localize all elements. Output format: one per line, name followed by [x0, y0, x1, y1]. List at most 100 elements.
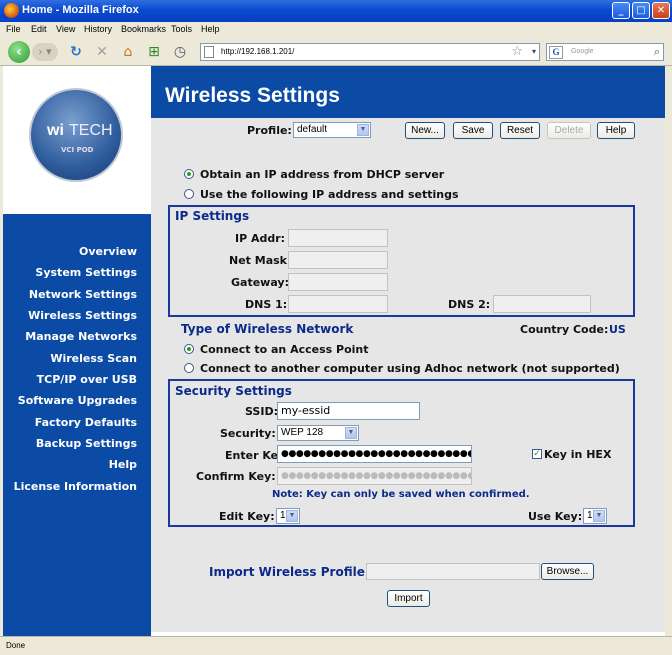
static-ip-radio[interactable]	[184, 189, 194, 199]
confirm-key-input[interactable]: ●●●●●●●●●●●●●●●●●●●●●●●●●●	[277, 467, 472, 485]
adhoc-radio[interactable]	[184, 363, 194, 373]
sidebar: Overview System Settings Network Setting…	[3, 214, 151, 636]
sidebar-item-help[interactable]: Help	[109, 458, 137, 471]
key-save-note: Note: Key can only be saved when confirm…	[272, 489, 530, 500]
chevron-down-icon[interactable]: ▼	[593, 510, 605, 522]
dns1-label: DNS 1:	[245, 298, 288, 311]
edit-key-select-value: 1	[280, 510, 286, 521]
sidebar-item-manage-networks[interactable]: Manage Networks	[25, 330, 137, 343]
dns2-input[interactable]	[493, 295, 591, 313]
menu-bookmarks[interactable]: Bookmarks	[121, 24, 166, 34]
address-url[interactable]: http://192.168.1.201/	[221, 47, 294, 56]
sidebar-item-system-settings[interactable]: System Settings	[35, 266, 137, 279]
sidebar-item-wireless-settings[interactable]: Wireless Settings	[28, 309, 137, 322]
ip-addr-input[interactable]	[288, 229, 388, 247]
navigation-toolbar: ‹ › ▾ ↻ ✕ ⌂ ⊞ ◷ http://192.168.1.201/ ☆ …	[0, 38, 672, 66]
forward-button[interactable]: › ▾	[32, 43, 58, 61]
security-settings-title: Security Settings	[175, 384, 292, 398]
menu-view[interactable]: View	[56, 24, 75, 34]
chevron-down-icon[interactable]: ▾	[532, 47, 536, 56]
dhcp-radio-label[interactable]: Obtain an IP address from DHCP server	[200, 168, 444, 181]
chevron-down-icon[interactable]: ▼	[357, 124, 369, 136]
reset-button[interactable]: Reset	[500, 122, 540, 139]
save-button[interactable]: Save	[453, 122, 493, 139]
status-text: Done	[6, 641, 26, 650]
search-icon[interactable]: ⌕	[654, 45, 660, 59]
chevron-down-icon[interactable]: ▼	[345, 427, 357, 439]
menu-history[interactable]: History	[84, 24, 112, 34]
logo-wi: wi	[47, 122, 64, 139]
ip-addr-label: IP Addr:	[235, 232, 286, 245]
country-code-value: US	[609, 323, 626, 336]
minimize-button[interactable]: _	[612, 2, 630, 19]
key-in-hex-label[interactable]: Key in HEX	[544, 448, 611, 461]
stop-icon[interactable]: ✕	[92, 42, 112, 62]
menu-help[interactable]: Help	[201, 24, 220, 34]
sidebar-item-software-upgrades[interactable]: Software Upgrades	[18, 394, 137, 407]
import-button[interactable]: Import	[387, 590, 430, 607]
access-point-radio[interactable]	[184, 344, 194, 354]
edit-key-label: Edit Key:	[219, 510, 275, 523]
chevron-down-icon[interactable]: ▼	[286, 510, 298, 522]
maximize-button[interactable]: □	[632, 2, 650, 19]
security-label: Security:	[220, 427, 276, 440]
net-mask-label: Net Mask:	[229, 254, 292, 267]
import-profile-title: Import Wireless Profile	[209, 565, 365, 579]
new-profile-button[interactable]: New...	[405, 122, 445, 139]
close-button[interactable]: ✕	[652, 2, 670, 19]
browse-button[interactable]: Browse...	[541, 563, 594, 580]
logo-area: wi TECH VCI POD	[3, 66, 151, 214]
dns2-label: DNS 2:	[448, 298, 491, 311]
key-in-hex-checkbox[interactable]: ✓	[532, 449, 542, 459]
network-type-title: Type of Wireless Network	[181, 322, 354, 336]
dns1-input[interactable]	[288, 295, 388, 313]
sidebar-item-tcpip-over-usb[interactable]: TCP/IP over USB	[37, 373, 137, 386]
sidebar-item-backup-settings[interactable]: Backup Settings	[36, 437, 137, 450]
help-button[interactable]: Help	[597, 122, 635, 139]
edit-key-select[interactable]: 1 ▼	[276, 508, 300, 524]
delete-button[interactable]: Delete	[547, 122, 591, 139]
enter-key-input[interactable]: ●●●●●●●●●●●●●●●●●●●●●●●●●●	[277, 445, 472, 463]
sidebar-item-overview[interactable]: Overview	[79, 245, 137, 258]
address-bar[interactable]: http://192.168.1.201/ ☆ ▾	[200, 43, 540, 61]
window-border-right	[665, 66, 672, 636]
logo-tech: TECH	[69, 122, 113, 139]
add-bookmark-icon[interactable]: ⊞	[144, 42, 164, 62]
menu-bar: File Edit View History Bookmarks Tools H…	[0, 22, 672, 38]
google-icon[interactable]: G	[549, 46, 563, 59]
page-icon	[204, 46, 214, 58]
reload-icon[interactable]: ↻	[66, 42, 86, 62]
sidebar-item-license-information[interactable]: License Information	[14, 480, 137, 493]
sidebar-item-factory-defaults[interactable]: Factory Defaults	[35, 416, 137, 429]
gateway-input[interactable]	[288, 273, 388, 291]
history-clock-icon[interactable]: ◷	[170, 42, 190, 62]
search-placeholder[interactable]: Google	[571, 48, 594, 55]
logo-product: VCI POD	[61, 146, 94, 154]
gateway-label: Gateway:	[231, 276, 289, 289]
main-content: Profile: default ▼ New... Save Reset Del…	[151, 118, 665, 632]
search-box[interactable]: G Google ⌕	[546, 43, 664, 61]
dhcp-radio[interactable]	[184, 169, 194, 179]
import-file-input[interactable]	[366, 563, 540, 580]
window-title: Home - Mozilla Firefox	[22, 4, 139, 16]
menu-edit[interactable]: Edit	[31, 24, 47, 34]
back-button[interactable]: ‹	[8, 41, 30, 63]
witech-logo: wi TECH VCI POD	[29, 88, 123, 182]
page-banner: Wireless Settings	[151, 66, 665, 118]
security-select[interactable]: WEP 128 ▼	[277, 425, 359, 441]
profile-select[interactable]: default ▼	[293, 122, 371, 138]
adhoc-radio-label[interactable]: Connect to another computer using Adhoc …	[200, 362, 620, 375]
home-icon[interactable]: ⌂	[118, 42, 138, 62]
access-point-radio-label[interactable]: Connect to an Access Point	[200, 343, 369, 356]
bookmark-star-icon[interactable]: ☆	[511, 44, 523, 59]
static-ip-radio-label[interactable]: Use the following IP address and setting…	[200, 188, 459, 201]
use-key-select[interactable]: 1 ▼	[583, 508, 607, 524]
use-key-label: Use Key:	[528, 510, 583, 523]
net-mask-input[interactable]	[288, 251, 388, 269]
sidebar-item-network-settings[interactable]: Network Settings	[29, 288, 137, 301]
menu-file[interactable]: File	[6, 24, 21, 34]
sidebar-item-wireless-scan[interactable]: Wireless Scan	[50, 352, 137, 365]
profile-select-value: default	[297, 124, 328, 135]
ssid-input[interactable]: my-essid	[277, 402, 420, 420]
menu-tools[interactable]: Tools	[171, 24, 192, 34]
